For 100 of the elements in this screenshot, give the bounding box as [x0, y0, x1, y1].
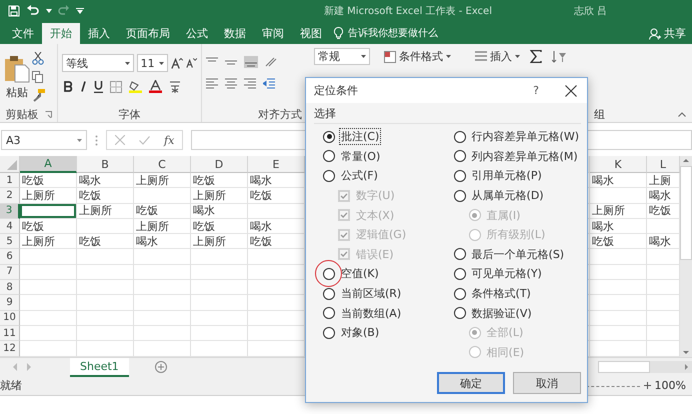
ribbon-tab[interactable]: 审阅: [254, 23, 292, 44]
ribbon-tab[interactable]: 文件: [4, 23, 42, 44]
ribbon-tab[interactable]: 公式: [178, 23, 216, 44]
column-header[interactable]: A: [20, 156, 77, 173]
radio-button[interactable]: [323, 288, 335, 300]
radio-button[interactable]: [323, 268, 335, 280]
align-left-icon[interactable]: [206, 78, 218, 89]
share-button[interactable]: 共享: [649, 23, 686, 44]
tell-me-field[interactable]: 告诉我你想要做什么: [334, 23, 460, 44]
column-header[interactable]: K: [590, 156, 647, 173]
italic-icon[interactable]: [80, 81, 87, 92]
sheet-tab[interactable]: Sheet1: [70, 358, 129, 377]
caret-icon[interactable]: [46, 9, 52, 13]
ribbon-tab[interactable]: 数据: [216, 23, 254, 44]
radio-button[interactable]: [323, 307, 335, 320]
zoom-in-icon[interactable]: [644, 382, 651, 390]
vertical-scrollbar[interactable]: [680, 156, 692, 357]
checkmark-icon[interactable]: [139, 136, 150, 144]
option-label[interactable]: 列内容差异单元格(M): [470, 148, 580, 165]
conditional-format-button[interactable]: 条件格式: [384, 49, 451, 64]
shrink-font-icon[interactable]: [186, 57, 197, 69]
radio-button[interactable]: [454, 170, 466, 182]
option-label[interactable]: 引用单元格(P): [470, 167, 544, 184]
option-label[interactable]: 常量(O): [339, 148, 382, 165]
number-format-field[interactable]: 常规: [314, 48, 370, 65]
column-header[interactable]: B: [77, 156, 134, 173]
dialog-button[interactable]: 确定: [437, 372, 505, 394]
row-header[interactable]: 4: [0, 218, 20, 234]
radio-button[interactable]: [454, 248, 466, 260]
dialog-button[interactable]: 取消: [513, 372, 581, 394]
save-icon[interactable]: [8, 5, 20, 17]
row-header[interactable]: 3: [0, 204, 20, 219]
bold-icon[interactable]: [64, 81, 73, 92]
row-header[interactable]: 11: [0, 326, 20, 342]
borders-icon[interactable]: [110, 80, 122, 92]
row-header[interactable]: 10: [0, 310, 20, 326]
font-size-field[interactable]: 11: [136, 54, 168, 72]
scroll-right-icon[interactable]: [682, 363, 690, 372]
row-header[interactable]: 9: [0, 295, 20, 311]
option-label[interactable]: 从属单元格(D): [470, 187, 546, 204]
radio-button[interactable]: [454, 130, 466, 143]
scissors-icon[interactable]: [32, 52, 44, 65]
radio-button[interactable]: [323, 326, 335, 339]
option-label[interactable]: 行内容差异单元格(W): [470, 128, 581, 146]
grow-font-icon[interactable]: [171, 56, 184, 70]
decrease-indent-icon[interactable]: [263, 78, 275, 89]
option-label[interactable]: 可见单元格(Y): [470, 265, 544, 282]
radio-button[interactable]: [454, 190, 466, 202]
radio-button[interactable]: [323, 150, 335, 162]
dialog-launcher-icon[interactable]: [44, 110, 52, 118]
underline-icon[interactable]: [94, 80, 103, 92]
radio-button[interactable]: [454, 288, 466, 300]
customize-caret-icon[interactable]: [76, 8, 84, 14]
row-header[interactable]: 8: [0, 280, 20, 296]
column-header[interactable]: D: [191, 156, 248, 173]
insert-button[interactable]: 插入: [475, 49, 520, 64]
radio-button[interactable]: [454, 150, 466, 162]
fill-color-icon[interactable]: [129, 80, 142, 93]
option-label[interactable]: 公式(F): [339, 167, 380, 184]
copy-icon[interactable]: [32, 71, 46, 83]
collapse-ribbon-icon[interactable]: [678, 112, 686, 116]
horizontal-scrollbar[interactable]: [598, 361, 692, 374]
phonetic-guide-icon[interactable]: [169, 80, 181, 93]
option-label[interactable]: 数据验证(V): [470, 304, 534, 322]
column-header[interactable]: E: [248, 156, 305, 173]
zoom-level[interactable]: 100%: [654, 379, 686, 392]
column-header[interactable]: L: [647, 156, 680, 173]
row-header[interactable]: 7: [0, 264, 20, 280]
row-header[interactable]: 5: [0, 234, 20, 250]
radio-button[interactable]: [323, 130, 335, 143]
font-color-icon[interactable]: [149, 80, 162, 93]
option-label[interactable]: 当前数组(A): [339, 304, 404, 322]
row-header[interactable]: 1: [0, 173, 20, 188]
ribbon-tab[interactable]: 视图: [292, 23, 330, 44]
row-header[interactable]: 6: [0, 249, 20, 265]
radio-button[interactable]: [454, 307, 466, 320]
undo-icon[interactable]: [26, 5, 40, 17]
ribbon-tab[interactable]: 插入: [80, 23, 118, 44]
option-label[interactable]: 条件格式(T): [470, 285, 533, 302]
format-painter-icon[interactable]: [32, 89, 45, 102]
sort-icon[interactable]: [552, 50, 568, 63]
bottom-align-icon[interactable]: [244, 56, 258, 68]
font-name-field[interactable]: 等线: [62, 54, 134, 72]
option-label[interactable]: 最后一个单元格(S): [470, 246, 566, 263]
close-icon[interactable]: [565, 84, 577, 96]
add-sheet-icon[interactable]: [154, 361, 167, 374]
name-box[interactable]: A3: [1, 130, 87, 150]
autosum-icon[interactable]: [530, 50, 542, 63]
radio-button[interactable]: [454, 268, 466, 280]
option-label[interactable]: 批注(C): [339, 128, 382, 146]
ribbon-tab[interactable]: 页面布局: [118, 23, 178, 44]
align-center-icon[interactable]: [225, 78, 237, 89]
option-label[interactable]: 空值(K): [339, 265, 381, 282]
column-header[interactable]: C: [134, 156, 191, 173]
paste-button[interactable]: 粘贴: [4, 54, 30, 100]
insert-function-button[interactable]: fx: [164, 134, 174, 146]
ribbon-tab[interactable]: 开始: [42, 23, 80, 44]
radio-button[interactable]: [323, 170, 335, 182]
align-right-icon[interactable]: [244, 78, 256, 89]
option-label[interactable]: 当前区域(R): [339, 285, 404, 302]
